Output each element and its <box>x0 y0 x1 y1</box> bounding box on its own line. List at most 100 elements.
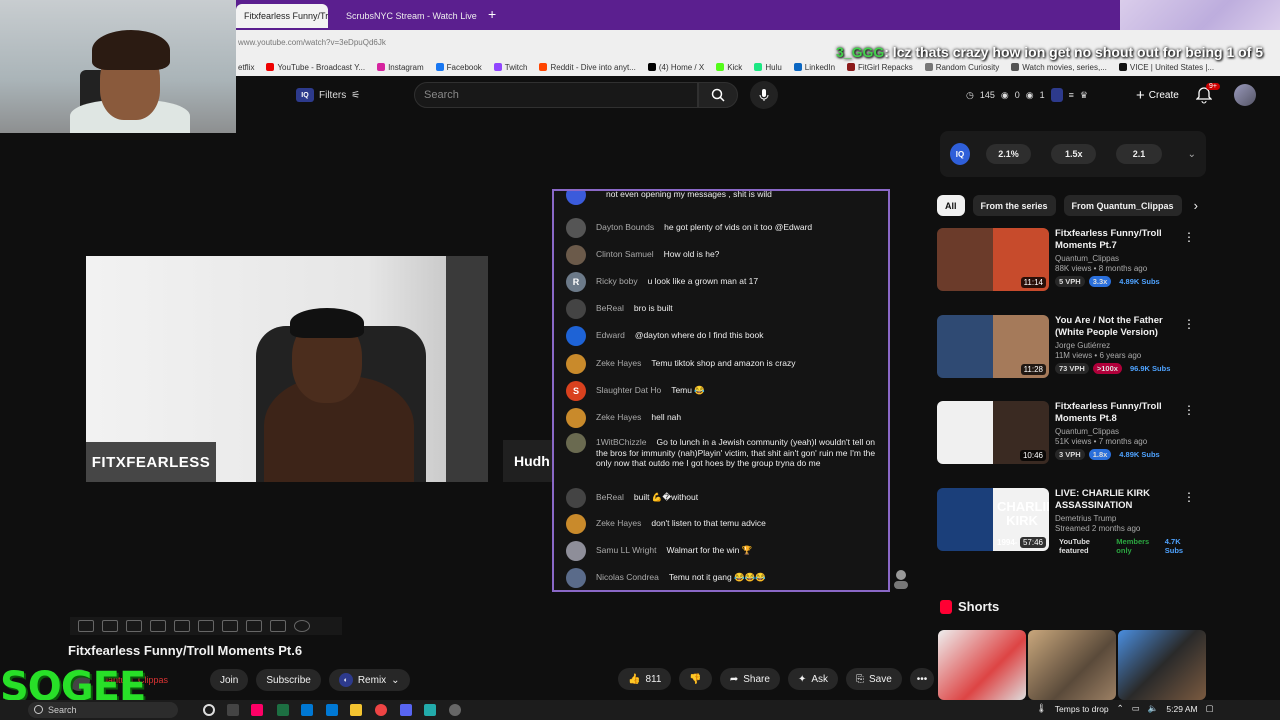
video-title[interactable]: You Are / Not the Father (White People V… <box>1055 315 1195 339</box>
video-thumbnail[interactable]: 10:46 <box>937 401 1049 464</box>
app-taskbar-icon[interactable] <box>424 704 436 716</box>
bookmark-youtube[interactable]: YouTube - Broadcast Y... <box>266 63 365 72</box>
chat-author[interactable]: Dayton Bounds <box>596 222 654 232</box>
video-title[interactable]: Fitxfearless Funny/Troll Moments Pt.8 <box>1055 401 1195 425</box>
chat-avatar[interactable]: R <box>566 272 586 292</box>
voice-search-button[interactable] <box>750 81 778 109</box>
like-button[interactable]: 👍 811 <box>618 668 672 690</box>
more-vertical-icon[interactable]: ⋮ <box>1183 230 1195 244</box>
chat-avatar[interactable] <box>566 408 586 428</box>
file-explorer-icon[interactable] <box>350 704 362 716</box>
video-title[interactable]: Fitxfearless Funny/Troll Moments Pt.7 <box>1055 228 1195 252</box>
chat-author[interactable]: BeReal <box>596 492 624 502</box>
channel-name[interactable]: Quantum_Clippas <box>1055 427 1195 436</box>
bookmark-watch-movies[interactable]: Watch movies, series,... <box>1011 63 1107 72</box>
channel-name[interactable]: Demetrius Trump <box>1055 514 1195 523</box>
recommended-video[interactable]: 11:28 You Are / Not the Father (White Peo… <box>937 315 1207 379</box>
recommended-video[interactable]: 11:14 Fitxfearless Funny/Troll Moments Pt… <box>937 228 1207 292</box>
iq-metric-pill[interactable]: 1.5x <box>1051 144 1097 164</box>
ask-button[interactable]: ✦ Ask <box>787 668 838 690</box>
video-player[interactable]: FITXFEARLESS <box>86 256 488 482</box>
bookmark-netflix[interactable]: etflix <box>238 63 254 72</box>
filters-button[interactable]: IQ Filters ⚟ <box>296 86 360 104</box>
iq-metric-pill[interactable]: 2.1 <box>1116 144 1162 164</box>
live-chat-panel[interactable]: not even opening my messages , shit is w… <box>552 189 890 592</box>
url-text[interactable]: www.youtube.com/watch?v=3eDpuQd6Jk <box>238 38 386 47</box>
create-button[interactable]: + Create <box>1128 84 1187 106</box>
chip-from-series[interactable]: From the series <box>972 195 1056 216</box>
bookmark-twitch[interactable]: Twitch <box>493 63 527 72</box>
bookmark-reddit[interactable]: Reddit - Dive into anyt... <box>539 63 636 72</box>
speed-icon[interactable] <box>198 620 214 632</box>
video-thumbnail[interactable]: CHARLIE KIRK 1994-57:46 <box>937 488 1049 551</box>
remix-button[interactable]: ◐ Remix ⌄ <box>328 669 410 691</box>
chat-avatar[interactable] <box>566 218 586 238</box>
task-view-icon[interactable] <box>227 704 239 716</box>
audio-icon[interactable] <box>102 620 118 632</box>
bookmark-facebook[interactable]: Facebook <box>435 63 482 72</box>
join-button[interactable]: Join <box>210 669 249 691</box>
taskbar-search[interactable]: Search <box>28 702 178 718</box>
bookmark-random-curiosity[interactable]: Random Curiosity <box>924 63 999 72</box>
chat-author[interactable]: 1WitBChizzle <box>596 437 647 447</box>
video-title[interactable]: LIVE: CHARLIE KIRK ASSASSINATION <box>1055 488 1195 512</box>
bookmark-x[interactable]: (4) Home / X <box>647 63 704 72</box>
chat-author[interactable]: Samu LL Wright <box>596 545 656 555</box>
weather-text[interactable]: Temps to drop <box>1055 704 1109 714</box>
chip-from-channel[interactable]: From Quantum_Clippas <box>1063 195 1182 216</box>
chat-avatar[interactable] <box>566 568 586 588</box>
account-avatar[interactable] <box>1234 84 1256 106</box>
chat-author[interactable]: Zeke Hayes <box>596 518 641 528</box>
screen-icon[interactable] <box>150 620 166 632</box>
bookmark-instagram[interactable]: Instagram <box>377 63 424 72</box>
mail-taskbar-icon[interactable] <box>326 704 338 716</box>
chat-avatar[interactable]: S <box>566 381 586 401</box>
bookmark-vice[interactable]: VICE | United States |... <box>1118 63 1214 72</box>
more-vertical-icon[interactable]: ⋮ <box>1183 403 1195 417</box>
channel-name[interactable]: Jorge Gutiérrez <box>1055 341 1195 350</box>
chat-author[interactable]: Ricky boby <box>596 276 638 286</box>
save-button[interactable]: ⎘ Save <box>846 668 902 690</box>
more-vertical-icon[interactable]: ⋮ <box>1183 317 1195 331</box>
chip-all[interactable]: All <box>937 195 965 216</box>
chat-avatar[interactable] <box>566 541 586 561</box>
chat-avatar[interactable] <box>566 245 586 265</box>
video-thumbnail[interactable]: 11:28 <box>937 315 1049 378</box>
chat-avatar[interactable] <box>566 191 586 205</box>
share-button[interactable]: ➦ Share <box>719 668 780 690</box>
window-icon[interactable] <box>174 620 190 632</box>
extension-stats[interactable]: ◷ 145 ◉ 0 ◉ 1 ≡ ♛ <box>966 88 1088 102</box>
clock-text[interactable]: 5:29 AM <box>1166 704 1197 714</box>
chat-avatar[interactable] <box>566 514 586 534</box>
chat-author[interactable]: Clinton Samuel <box>596 249 654 259</box>
chat-author[interactable]: Zeke Hayes <box>596 412 641 422</box>
channel-name[interactable]: Quantum_Clippas <box>1055 254 1195 263</box>
new-tab-button[interactable]: + <box>488 6 496 22</box>
pip-icon[interactable] <box>222 620 238 632</box>
recommended-video[interactable]: CHARLIE KIRK 1994-57:46 LIVE: CHARLIE KIRK… <box>937 488 1207 555</box>
chat-author[interactable]: Slaughter Dat Ho <box>596 385 661 395</box>
short-thumbnail[interactable] <box>1118 630 1206 700</box>
chat-author[interactable]: Edward <box>596 330 625 340</box>
tab-active[interactable]: Fitxfearless Funny/Tro✕ <box>236 4 328 28</box>
volume-icon[interactable]: 🔈 <box>1148 703 1159 714</box>
more-vertical-icon[interactable]: ⋮ <box>1183 490 1195 504</box>
chat-avatar[interactable] <box>566 354 586 374</box>
short-thumbnail[interactable] <box>1028 630 1116 700</box>
bookmark-kick[interactable]: Kick <box>716 63 742 72</box>
discord-taskbar-icon[interactable] <box>400 704 412 716</box>
short-thumbnail[interactable] <box>938 630 1026 700</box>
tab-scrubsnyc[interactable]: ScrubsNYC Stream - Watch Live✕ <box>332 4 482 28</box>
iq-metric-pill[interactable]: 2.1% <box>985 144 1032 164</box>
chat-resize-handle[interactable] <box>892 568 910 590</box>
more-actions-button[interactable]: ••• <box>909 668 935 690</box>
app-taskbar-icon[interactable] <box>375 704 387 716</box>
chat-avatar[interactable] <box>566 433 586 453</box>
chevron-up-icon[interactable]: ⌃ <box>1117 703 1124 714</box>
dislike-button[interactable]: 👎 <box>679 668 712 690</box>
loop-icon[interactable] <box>78 620 94 632</box>
chat-author[interactable]: Nicolas Condrea <box>596 572 659 582</box>
notification-center-icon[interactable]: ▢ <box>1206 703 1214 714</box>
recommended-video[interactable]: 10:46 Fitxfearless Funny/Troll Moments Pt… <box>937 401 1207 465</box>
bookmark-linkedin[interactable]: LinkedIn <box>793 63 835 72</box>
